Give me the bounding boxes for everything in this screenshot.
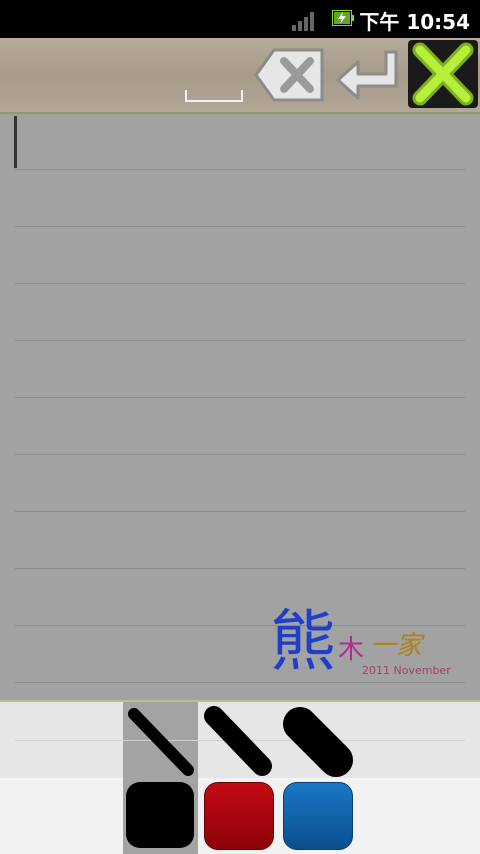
watermark-logo: 熊 木 一家 2011 November	[270, 603, 451, 680]
watermark-main: 熊	[270, 603, 336, 680]
battery-charging-icon	[332, 10, 354, 26]
guide-line	[15, 511, 465, 512]
guide-line	[15, 454, 465, 455]
status-time: 下午 10:54	[359, 10, 470, 34]
enter-key[interactable]	[334, 46, 402, 104]
color-swatch-red[interactable]	[204, 782, 274, 850]
signal-icon	[292, 12, 314, 31]
thick-pen-icon[interactable]	[280, 704, 354, 778]
close-icon	[412, 42, 474, 106]
color-swatch-black[interactable]	[126, 782, 194, 848]
close-key[interactable]	[408, 40, 478, 108]
watermark-tail: 一家	[370, 631, 425, 661]
input-toolbar	[0, 38, 480, 114]
guide-line	[15, 397, 465, 398]
thin-pen-icon[interactable]	[124, 704, 198, 778]
watermark-date: 2011 November	[362, 664, 451, 677]
pen-palette	[0, 702, 480, 854]
guide-line	[15, 226, 465, 227]
text-caret	[14, 116, 17, 168]
watermark-mid: 木	[338, 635, 364, 665]
guide-line	[15, 682, 465, 683]
guide-line	[15, 169, 465, 170]
space-key[interactable]	[184, 88, 244, 104]
status-bar: 下午 10:54	[0, 0, 480, 38]
guide-line	[15, 568, 465, 569]
medium-pen-icon[interactable]	[202, 704, 276, 778]
color-swatch-blue[interactable]	[283, 782, 353, 850]
guide-line	[15, 283, 465, 284]
guide-line	[15, 340, 465, 341]
backspace-key[interactable]	[254, 46, 326, 104]
